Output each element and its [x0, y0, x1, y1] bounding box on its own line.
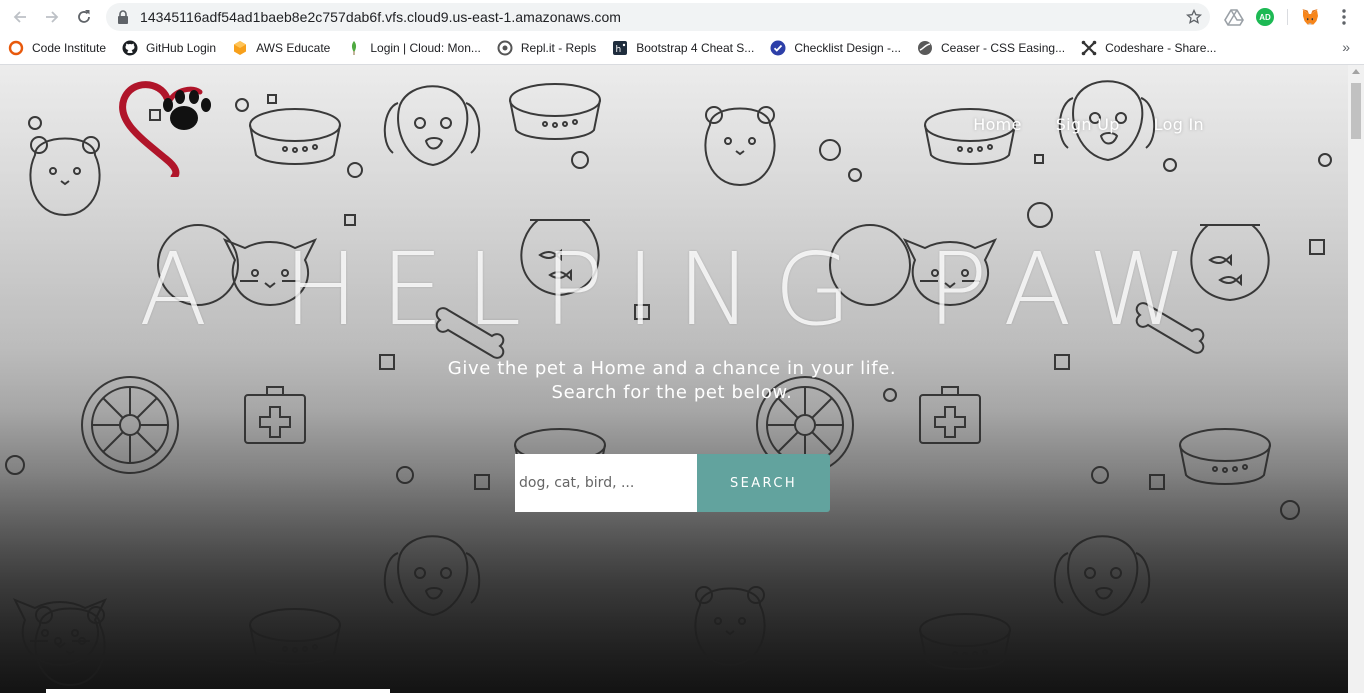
bookmark-label: Checklist Design -...	[794, 41, 902, 55]
site-logo[interactable]	[112, 73, 224, 177]
bookmark-code-institute[interactable]: Code Institute	[0, 36, 114, 60]
bookmark-label: Codeshare - Share...	[1105, 41, 1217, 55]
search-button[interactable]: SEARCH	[697, 454, 830, 512]
replit-icon	[497, 40, 513, 56]
checklist-icon	[770, 40, 786, 56]
arrow-left-icon	[13, 11, 26, 23]
bookmark-aws-educate[interactable]: AWS Educate	[224, 36, 338, 60]
browser-toolbar: 14345116adf54ad1baeb8e2c757dab6f.vfs.clo…	[0, 0, 1364, 34]
svg-text:h: h	[616, 45, 622, 55]
bookmark-label: GitHub Login	[146, 41, 217, 55]
drive-extension-icon[interactable]	[1224, 7, 1244, 27]
page-scrollbar[interactable]	[1348, 65, 1364, 693]
url-text[interactable]: 14345116adf54ad1baeb8e2c757dab6f.vfs.clo…	[140, 9, 621, 25]
tagline-line-2: Search for the pet below.	[551, 382, 793, 403]
page-viewport: Home Sign Up Log In A HELPING PAW Give t…	[0, 65, 1348, 693]
bookmark-bootstrap-cheatsheet[interactable]: h Bootstrap 4 Cheat S...	[604, 36, 762, 60]
bookmarks-bar: Code Institute GitHub Login AWS Educate …	[0, 34, 1364, 62]
bottom-bar-fragment	[46, 689, 390, 693]
address-bar[interactable]: 14345116adf54ad1baeb8e2c757dab6f.vfs.clo…	[106, 3, 1210, 31]
nav-login-link[interactable]: Log In	[1154, 115, 1204, 134]
tagline-line-1: Give the pet a Home and a chance in your…	[447, 358, 897, 379]
nav-home-link[interactable]: Home	[973, 115, 1021, 134]
bookmark-label: Repl.it - Repls	[520, 41, 597, 55]
github-icon	[122, 40, 138, 56]
nav-signup-link[interactable]: Sign Up	[1056, 115, 1120, 134]
bookmark-label: Ceaser - CSS Easing...	[941, 41, 1066, 55]
more-vert-icon[interactable]	[1334, 7, 1354, 27]
scroll-up-arrow-icon[interactable]	[1352, 69, 1360, 74]
hero-tagline: Give the pet a Home and a chance in your…	[0, 357, 1344, 405]
pet-search-form: SEARCH	[515, 454, 830, 512]
pet-search-input[interactable]	[515, 454, 697, 512]
forward-button[interactable]	[36, 1, 68, 33]
toolbar-divider	[1287, 9, 1288, 25]
more-bookmarks-chevron-icon[interactable]: »	[1342, 39, 1350, 55]
scrollbar-thumb[interactable]	[1351, 83, 1361, 139]
aws-educate-icon	[232, 40, 248, 56]
bookmark-checklist-design[interactable]: Checklist Design -...	[762, 36, 909, 60]
bookmark-replit[interactable]: Repl.it - Repls	[489, 36, 604, 60]
code-institute-icon	[8, 40, 24, 56]
bookmark-codeshare[interactable]: Codeshare - Share...	[1073, 36, 1224, 60]
bookmark-star-icon[interactable]	[1186, 9, 1202, 25]
bookmark-label: Code Institute	[32, 41, 107, 55]
reload-button[interactable]	[68, 1, 100, 33]
profile-avatar[interactable]: AD	[1256, 8, 1274, 26]
back-button[interactable]	[4, 1, 36, 33]
bootstrap-cheatsheet-icon: h	[612, 40, 628, 56]
bookmark-label: AWS Educate	[256, 41, 331, 55]
ceaser-icon	[917, 40, 933, 56]
lock-icon	[118, 10, 128, 24]
bookmark-label: Login | Cloud: Mon...	[370, 41, 481, 55]
mongodb-leaf-icon	[346, 40, 362, 56]
bookmark-github-login[interactable]: GitHub Login	[114, 36, 224, 60]
codeshare-icon	[1081, 40, 1097, 56]
arrow-right-icon	[46, 11, 59, 23]
bookmark-mongodb-cloud[interactable]: Login | Cloud: Mon...	[338, 36, 489, 60]
bookmark-ceaser[interactable]: Ceaser - CSS Easing...	[909, 36, 1073, 60]
site-navbar: Home Sign Up Log In	[939, 115, 1204, 134]
reload-icon	[78, 10, 90, 23]
metamask-fox-icon[interactable]	[1300, 7, 1320, 27]
hero-title: A HELPING PAW	[139, 231, 1209, 348]
bookmark-label: Bootstrap 4 Cheat S...	[636, 41, 755, 55]
